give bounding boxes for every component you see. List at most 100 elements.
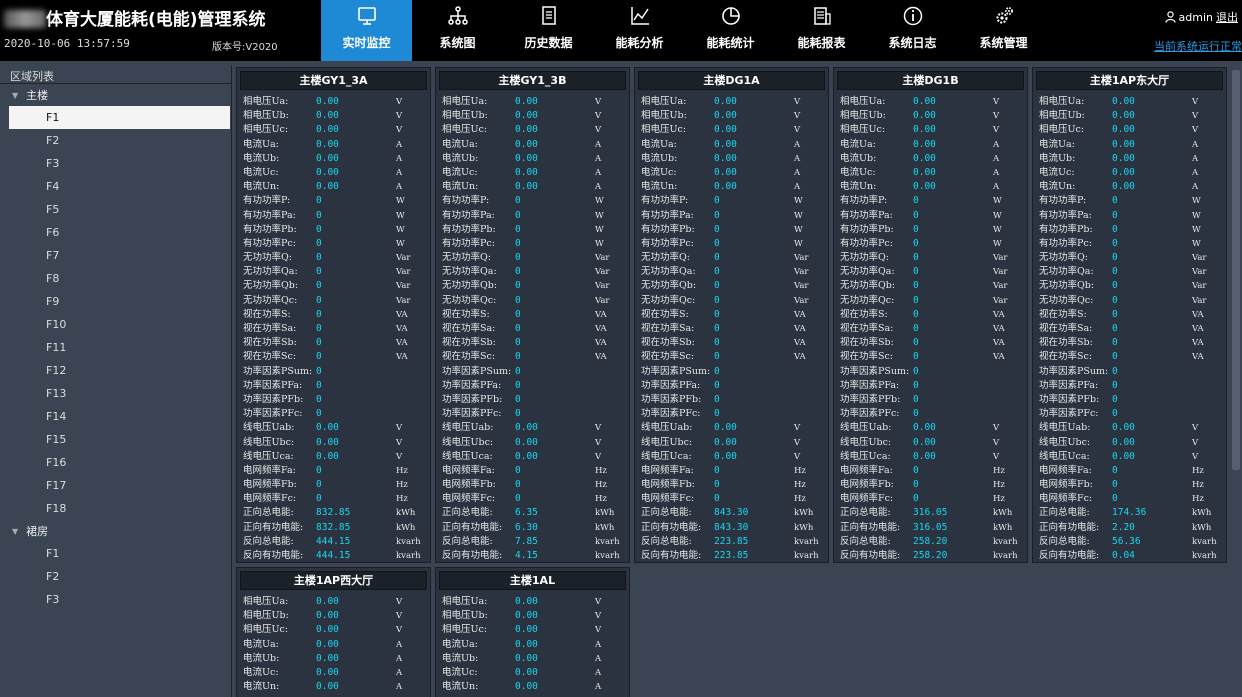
- main-scrollbar[interactable]: [1230, 65, 1242, 697]
- reading-label: 线电压Uab:: [442, 422, 494, 434]
- tree-item[interactable]: F7: [0, 244, 231, 267]
- reading-value: 0.00: [913, 138, 936, 150]
- reading-row: 视在功率Sc: 0 VA: [840, 350, 1027, 364]
- tree-item[interactable]: F5: [0, 198, 231, 221]
- reading-unit: Var: [595, 267, 610, 278]
- reading-label: 电流Ua:: [641, 138, 677, 150]
- reading-value: 0.04: [1112, 550, 1135, 561]
- reading-label: 有功功率Pb:: [442, 223, 496, 235]
- tree-item[interactable]: F3: [0, 152, 231, 175]
- logout-link[interactable]: 退出: [1216, 9, 1238, 25]
- scrollbar-thumb[interactable]: [1232, 70, 1240, 470]
- reading-unit: V: [794, 423, 801, 434]
- tree-item[interactable]: F17: [0, 474, 231, 497]
- nav-item-2[interactable]: 系统图: [412, 0, 503, 61]
- tree-item[interactable]: F4: [0, 175, 231, 198]
- reading-label: 电网频率Fa:: [840, 464, 893, 476]
- reading-value: 0: [515, 280, 521, 292]
- nav-item-8[interactable]: 系统管理: [958, 0, 1049, 61]
- reading-label: 视在功率S:: [1039, 308, 1087, 320]
- tree-item[interactable]: F15: [0, 428, 231, 451]
- reading-row: 相电压Ub: 0.00 V: [1039, 109, 1226, 123]
- reading-row: 无功功率Qb: 0 Var: [1039, 279, 1226, 293]
- reading-row: 电流Un: 0.00 A: [641, 180, 828, 194]
- tree-item[interactable]: F1: [9, 106, 230, 129]
- reading-label: 有功功率P:: [641, 195, 689, 207]
- tree-item[interactable]: F6: [0, 221, 231, 244]
- reading-unit: [794, 379, 824, 393]
- meter-card: 主楼GY1_3B 相电压Ua: 0.00 V 相电压Ub: 0.00 V 相电压Uc: 0.00…: [435, 67, 630, 563]
- nav-item-1[interactable]: 实时监控: [321, 0, 412, 61]
- reading-value: 0: [913, 351, 919, 363]
- reading-unit: Var: [595, 281, 610, 292]
- reading-label: 无功功率Qb:: [641, 280, 697, 292]
- tree-item[interactable]: F16: [0, 451, 231, 474]
- meter-card-title: 主楼DG1B: [837, 71, 1024, 90]
- tree-item[interactable]: F13: [0, 382, 231, 405]
- nav-item-7[interactable]: 系统日志: [867, 0, 958, 61]
- tree-item[interactable]: F3: [0, 588, 231, 611]
- reading-unit: V: [595, 111, 602, 122]
- reading-label: 线电压Uca:: [243, 450, 294, 462]
- reading-unit: [396, 407, 426, 421]
- reading-row: 有功功率P: 0 W: [641, 194, 828, 208]
- reading-row: 视在功率Sb: 0 VA: [840, 336, 1027, 350]
- reading-row: 电流Un: 0.00 A: [1039, 180, 1226, 194]
- tree-item[interactable]: F2: [0, 129, 231, 152]
- reading-value: 0: [1112, 280, 1118, 292]
- reading-label: 线电压Uca:: [641, 450, 692, 462]
- reading-row: 功率因素PFc: 0: [840, 407, 1027, 421]
- reading-value: 0: [714, 294, 720, 306]
- nav-item-3[interactable]: 历史数据: [503, 0, 594, 61]
- reading-label: 相电压Ua:: [840, 96, 886, 107]
- reading-value: 0: [1112, 393, 1118, 405]
- reading-value: 0: [515, 237, 521, 249]
- reading-label: 电流Ua:: [1039, 138, 1075, 150]
- reading-label: 视在功率Sa:: [840, 323, 894, 334]
- tree-item[interactable]: F11: [0, 336, 231, 359]
- tree-item[interactable]: F1: [0, 542, 231, 565]
- reading-unit: A: [396, 667, 403, 678]
- reading-label: 有功功率Pb:: [243, 223, 297, 235]
- reading-value: 0: [1112, 209, 1118, 221]
- reading-row: 相电压Ub: 0.00 V: [840, 109, 1027, 123]
- reading-row: 正向有功电能: 832.85 kWh: [243, 521, 430, 535]
- tree-group-2[interactable]: ▼ 裙房: [0, 520, 231, 542]
- reading-row: 反向有功电能: 258.20 kvarh: [840, 549, 1027, 563]
- reading-label: 反向有功电能:: [840, 550, 901, 561]
- tree-item[interactable]: F8: [0, 267, 231, 290]
- reading-unit: A: [396, 153, 403, 164]
- system-status-link[interactable]: 当前系统运行正常: [1154, 38, 1242, 54]
- reading-unit: A: [396, 682, 403, 693]
- reading-row: 相电压Ub: 0.00 V: [442, 109, 629, 123]
- reading-row: 无功功率Qc: 0 Var: [1039, 294, 1226, 308]
- reading-label: 相电压Ua:: [243, 96, 289, 107]
- reading-row: 相电压Ua: 0.00 V: [442, 95, 629, 109]
- reading-value: 0.00: [515, 124, 538, 136]
- reading-label: 功率因素PFa:: [243, 379, 303, 391]
- reading-unit: V: [595, 97, 602, 107]
- hierarchy-icon: [447, 6, 468, 25]
- tree-item[interactable]: F18: [0, 497, 231, 520]
- reading-value: 0: [714, 323, 720, 334]
- reading-unit: W: [595, 238, 604, 249]
- tree-item[interactable]: F12: [0, 359, 231, 382]
- reading-row: 视在功率Sc: 0 VA: [1039, 350, 1226, 364]
- tree-item[interactable]: F9: [0, 290, 231, 313]
- reading-unit: Hz: [993, 480, 1005, 491]
- tree-item[interactable]: F10: [0, 313, 231, 336]
- tree-item[interactable]: F2: [0, 565, 231, 588]
- nav-item-4[interactable]: 能耗分析: [594, 0, 685, 61]
- reading-unit: W: [595, 210, 604, 221]
- nav-item-6[interactable]: 能耗报表: [776, 0, 867, 61]
- tree-item[interactable]: F14: [0, 405, 231, 428]
- reading-row: 线电压Ubc: 0.00 V: [641, 436, 828, 450]
- meter-card-title: 主楼1AL: [439, 571, 626, 590]
- reading-row: 视在功率Sa: 0 VA: [243, 322, 430, 336]
- nav-item-5[interactable]: 能耗统计: [685, 0, 776, 61]
- meter-readings: 相电压Ua: 0.00 V 相电压Ub: 0.00 V 相电压Uc: 0.00 V 电流Ua: 0.…: [237, 590, 430, 694]
- reading-unit: V: [396, 611, 403, 622]
- tree-group-1[interactable]: ▼ 主楼: [0, 84, 231, 106]
- reading-unit: Var: [993, 295, 1008, 306]
- reading-row: 线电压Uab: 0.00 V: [442, 421, 629, 435]
